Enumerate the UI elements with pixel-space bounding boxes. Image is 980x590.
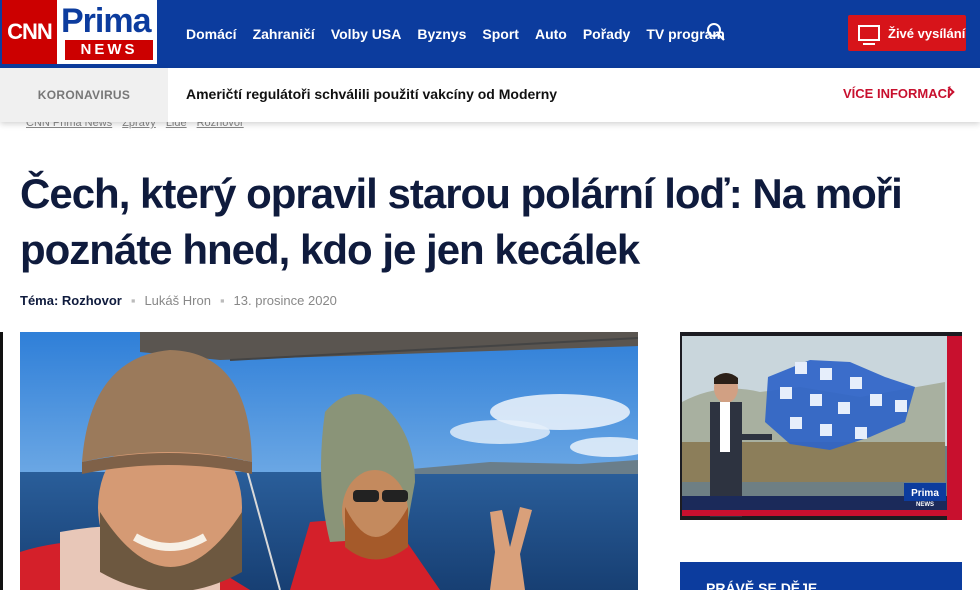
cnn-logo[interactable]: CNN: [2, 0, 57, 64]
news-logo-text: NEWS: [65, 40, 153, 60]
article-topic-link[interactable]: Téma: Rozhovor: [20, 293, 122, 308]
breaking-topic-tag[interactable]: KORONAVIRUS: [0, 68, 168, 122]
live-broadcast-label: Živé vysílání: [888, 25, 966, 41]
video-prima-logo: Prima: [911, 488, 939, 499]
nav-item-zahranici[interactable]: Zahraničí: [253, 26, 315, 42]
weather-video-thumbnail[interactable]: Prima NEWS: [680, 332, 962, 520]
nav-item-sport[interactable]: Sport: [482, 26, 519, 42]
meta-separator: ▪: [219, 293, 225, 308]
more-info-link[interactable]: VÍCE INFORMACÍ: [843, 86, 951, 101]
prima-news-logo[interactable]: Prima NEWS: [57, 0, 157, 64]
article-author: Lukáš Hron: [144, 293, 211, 308]
video-news-logo: NEWS: [916, 502, 934, 508]
top-navigation-bar: CNN Prima NEWS Domácí Zahraničí Volby US…: [0, 0, 980, 68]
prima-logo-text: Prima: [61, 2, 151, 40]
meta-separator: ▪: [130, 293, 136, 308]
nav-item-porady[interactable]: Pořady: [583, 26, 630, 42]
article-meta: Téma: Rozhovor ▪ Lukáš Hron ▪ 13. prosin…: [20, 293, 337, 308]
search-icon[interactable]: [706, 22, 726, 42]
sidebar-box-title: PRÁVĚ SE DĚJE: [706, 580, 818, 590]
article-main-photo[interactable]: [20, 332, 638, 590]
nav-item-domaci[interactable]: Domácí: [186, 26, 237, 42]
nav-item-volby-usa[interactable]: Volby USA: [331, 26, 402, 42]
live-broadcast-button[interactable]: Živé vysílání: [848, 15, 966, 51]
main-nav: Domácí Zahraničí Volby USA Byznys Sport …: [178, 0, 733, 68]
nav-item-auto[interactable]: Auto: [535, 26, 567, 42]
weather-broadcast-image: Prima NEWS: [680, 332, 962, 520]
breaking-headline-link[interactable]: Američtí regulátoři schválili použití va…: [186, 86, 557, 102]
article-title: Čech, který opravil starou polární loď: …: [20, 170, 903, 273]
sidebar-live-box[interactable]: PRÁVĚ SE DĚJE: [680, 562, 962, 590]
article-date: 13. prosince 2020: [233, 293, 337, 308]
tv-icon: [858, 25, 880, 45]
nav-item-byznys[interactable]: Byznys: [417, 26, 466, 42]
sailing-selfie-image: [20, 332, 638, 590]
page-edge: [0, 332, 3, 590]
breaking-news-bar: KORONAVIRUS Američtí regulátoři schválil…: [0, 68, 980, 122]
